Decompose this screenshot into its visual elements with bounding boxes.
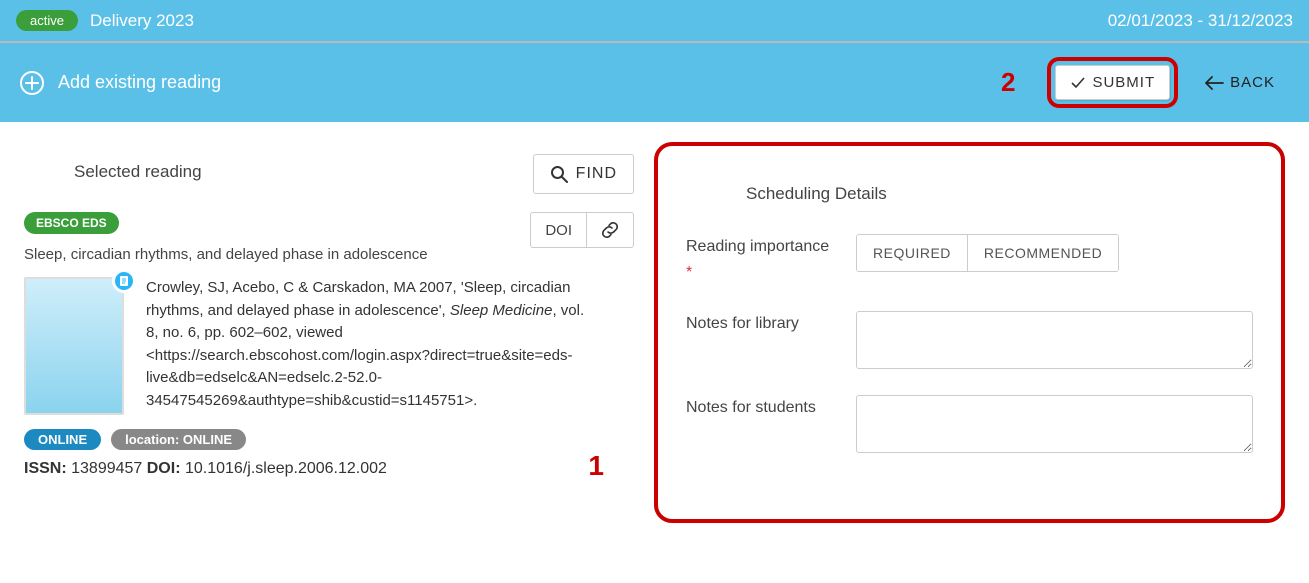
plus-circle-icon <box>20 71 44 95</box>
notes-students-input[interactable] <box>856 395 1253 453</box>
notes-students-row: Notes for students <box>686 395 1253 453</box>
arrow-left-icon <box>1204 76 1224 90</box>
location-badge: location: ONLINE <box>111 429 246 450</box>
doi-value: 10.1016/j.sleep.2006.12.002 <box>181 460 387 477</box>
scheduling-panel-highlight: Scheduling Details Reading importance * … <box>654 142 1285 523</box>
delivery-label: Delivery 2023 <box>90 11 194 31</box>
pill-row: ONLINE location: ONLINE <box>24 429 634 450</box>
thumbnail <box>24 277 124 415</box>
online-badge: ONLINE <box>24 429 101 450</box>
date-range: 02/01/2023 - 31/12/2023 <box>1108 11 1293 31</box>
reading-title: Sleep, circadian rhythms, and delayed ph… <box>24 246 428 263</box>
find-button-label: FIND <box>576 165 617 183</box>
doi-button[interactable]: DOI <box>530 212 586 248</box>
required-asterisk: * <box>686 264 692 281</box>
importance-recommended-option[interactable]: RECOMMENDED <box>967 235 1118 271</box>
importance-toggle: REQUIRED RECOMMENDED <box>856 234 1119 272</box>
link-icon <box>601 221 619 239</box>
top-bar: active Delivery 2023 02/01/2023 - 31/12/… <box>0 0 1309 43</box>
importance-row: Reading importance * REQUIRED RECOMMENDE… <box>686 234 1253 285</box>
annotation-2: 2 <box>1001 67 1015 98</box>
check-icon <box>1070 75 1086 91</box>
left-column: Selected reading FIND DOI EBSCO EDS Slee… <box>24 142 634 478</box>
notes-library-label: Notes for library <box>686 311 836 337</box>
right-column: Scheduling Details Reading importance * … <box>654 142 1285 523</box>
issn-label: ISSN: <box>24 460 67 477</box>
find-button[interactable]: FIND <box>533 154 634 194</box>
status-badge: active <box>16 10 78 31</box>
citation-text: Crowley, SJ, Acebo, C & Carskadon, MA 20… <box>146 277 586 415</box>
sub-bar-right: 2 SUBMIT BACK <box>1001 57 1289 108</box>
back-button-label: BACK <box>1230 74 1275 91</box>
issn-doi-line: ISSN: 13899457 DOI: 10.1016/j.sleep.2006… <box>24 460 634 478</box>
annotation-1: 1 <box>588 450 604 482</box>
sub-bar: Add existing reading 2 SUBMIT BACK <box>0 43 1309 122</box>
submit-button-label: SUBMIT <box>1092 74 1155 91</box>
notes-students-label: Notes for students <box>686 395 836 421</box>
search-icon <box>550 165 568 183</box>
notes-library-row: Notes for library <box>686 311 1253 369</box>
citation-journal: Sleep Medicine <box>450 302 553 319</box>
source-badge: EBSCO EDS <box>24 212 119 234</box>
submit-button[interactable]: SUBMIT <box>1055 65 1170 100</box>
sub-bar-left: Add existing reading <box>20 71 221 95</box>
back-button[interactable]: BACK <box>1190 66 1289 99</box>
source-row: EBSCO EDS Sleep, circadian rhythms, and … <box>24 212 464 263</box>
importance-label-text: Reading importance <box>686 238 829 255</box>
thumbnail-wrap <box>24 277 128 415</box>
find-button-wrap: FIND <box>533 154 634 194</box>
page-title: Add existing reading <box>58 72 221 93</box>
importance-label: Reading importance * <box>686 234 836 285</box>
scheduling-heading: Scheduling Details <box>746 184 1253 204</box>
content: Selected reading FIND DOI EBSCO EDS Slee… <box>0 122 1309 563</box>
doi-link-group: DOI <box>530 212 634 248</box>
issn-value: 13899457 <box>67 460 147 477</box>
importance-required-option[interactable]: REQUIRED <box>857 235 967 271</box>
submit-highlight: SUBMIT <box>1047 57 1178 108</box>
link-button[interactable] <box>586 212 634 248</box>
citation-row: Crowley, SJ, Acebo, C & Carskadon, MA 20… <box>24 277 634 415</box>
top-bar-left: active Delivery 2023 <box>16 10 194 31</box>
document-icon <box>112 269 136 293</box>
doi-label: DOI: <box>147 460 181 477</box>
notes-library-input[interactable] <box>856 311 1253 369</box>
